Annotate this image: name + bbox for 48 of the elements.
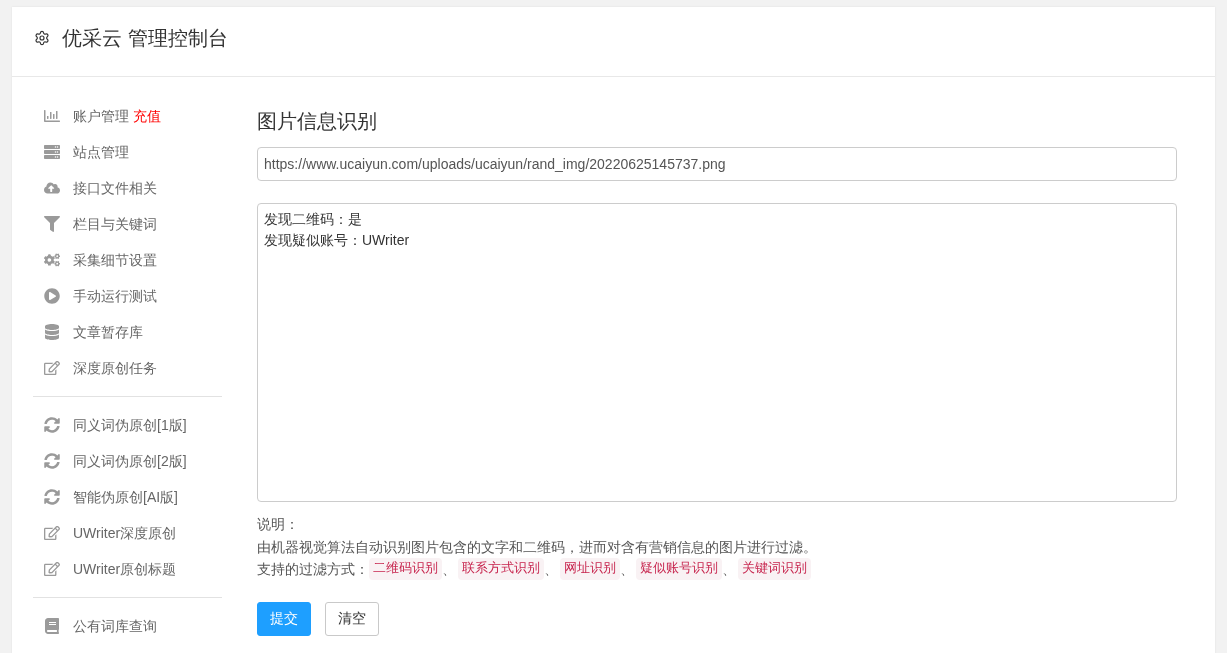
notes-heading: 说明： [257,515,299,534]
bar-chart-icon [44,108,60,124]
image-url-field[interactable]: https://www.ucaiyun.com/uploads/ucaiyun/rand_img/20220625145737.png [257,147,1177,181]
refresh-icon [44,417,60,433]
separator-text: 、 [620,560,634,579]
sidebar-item[interactable]: 文章暂存库 [33,322,143,342]
sidebar-item[interactable]: 智能伪原创[AI版] [33,487,178,507]
sidebar-item[interactable]: 账户管理 [33,106,129,126]
gears-icon [44,252,60,268]
sidebar-item[interactable]: 采集细节设置 [33,250,157,270]
separator-text: 、 [722,560,736,579]
page-title: 图片信息识别 [257,109,378,133]
filter-tag: 二维码识别 [369,558,442,581]
book-icon [44,618,60,634]
refresh-icon [44,489,60,505]
database-icon [44,324,60,340]
filters-label: 支持的过滤方式： [257,560,369,579]
cloud-upload-icon [44,180,60,196]
sidebar-item[interactable]: 栏目与关键词 [33,214,157,234]
sidebar-item[interactable]: 手动运行测试 [33,286,157,306]
filter-tag: 联系方式识别 [458,558,544,581]
filter-tag: 网址识别 [560,558,620,581]
result-line: 发现二维码：是 [264,210,362,229]
filter-tag: 疑似账号识别 [636,558,722,581]
sidebar-item[interactable]: UWriter原创标题 [33,559,177,579]
clear-button[interactable]: 清空 [325,601,379,636]
recharge-link[interactable]: 充值 [133,106,161,126]
sidebar-item[interactable]: 同义词伪原创[2版] [33,451,187,471]
separator-text: 、 [442,560,456,579]
filter-tag: 关键词识别 [738,558,811,581]
console-title: 优采云 管理控制台 [62,26,228,51]
filter-icon [44,216,60,232]
sidebar-item[interactable]: 同义词伪原创[1版] [33,415,187,435]
edit-icon [44,360,60,376]
edit-icon [44,561,60,577]
refresh-icon [44,453,60,469]
notes-description: 由机器视觉算法自动识别图片包含的文字和二维码，进而对含有营销信息的图片进行过滤。 [257,537,817,557]
result-line: 发现疑似账号：UWriter [264,231,410,250]
result-text-area[interactable]: 发现二维码：是 发现疑似账号：UWriter [257,203,1177,502]
sidebar-item[interactable]: 站点管理 [33,142,129,162]
sidebar-item[interactable]: 公有词库查询 [33,616,157,636]
server-icon [44,144,60,160]
separator-text: 、 [544,560,558,579]
settings-icon [34,30,50,46]
sidebar-item[interactable]: UWriter深度原创 [33,523,177,543]
sidebar-item[interactable]: 深度原创任务 [33,358,157,378]
sidebar-item[interactable]: 接口文件相关 [33,178,157,198]
edit-icon [44,525,60,541]
